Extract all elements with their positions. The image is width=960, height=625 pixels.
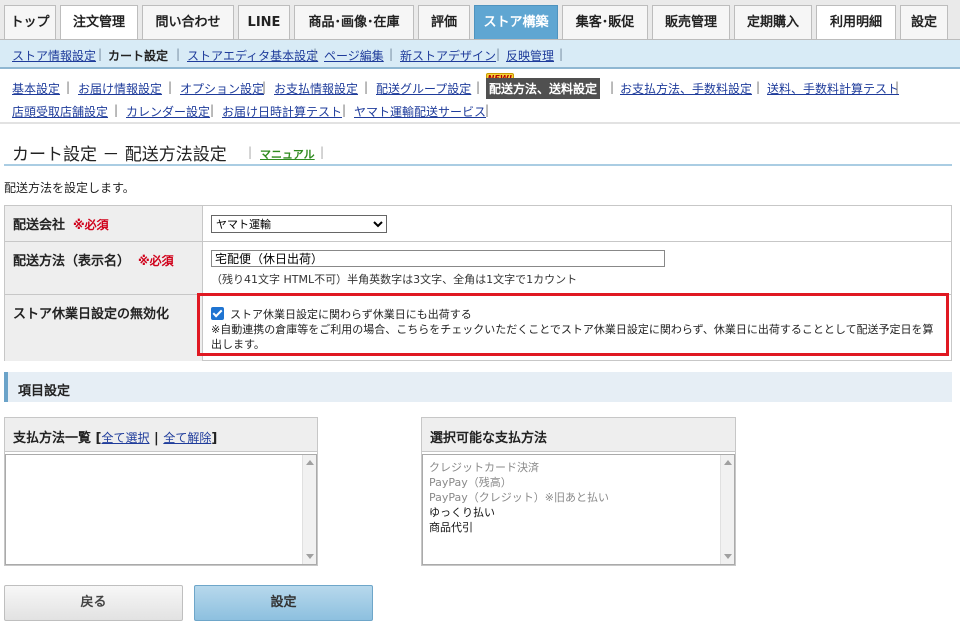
required-mark: ※必須 xyxy=(73,218,109,232)
select-all-link[interactable]: 全て選択 xyxy=(102,431,150,445)
list-item[interactable]: ゆっくり払い xyxy=(429,504,495,520)
subnav-store-editor[interactable]: ストアエディタ基本設定 xyxy=(187,47,318,64)
tab-top[interactable]: トップ xyxy=(4,5,56,39)
nav-payment-method[interactable]: お支払方法、手数料設定 xyxy=(620,80,752,97)
scroll-up-icon[interactable] xyxy=(724,460,732,465)
method-hint: （残り41文字 HTML不可）半角英数字は3文字、全角は1文字で1カウント xyxy=(211,273,578,286)
holiday-override-label[interactable]: ストア休業日設定に関わらず休業日にも出荷する xyxy=(230,306,472,322)
subnav-page-edit[interactable]: ページ編集 xyxy=(324,47,384,64)
tab-reviews[interactable]: 評価 xyxy=(418,5,470,39)
separator: | xyxy=(114,103,119,117)
list-item: PayPay（クレジット）※旧あと払い xyxy=(429,491,609,504)
separator: | xyxy=(485,103,490,117)
scroll-up-icon[interactable] xyxy=(306,460,314,465)
separator: | xyxy=(364,80,369,94)
nav-calendar[interactable]: カレンダー設定 xyxy=(126,103,210,120)
list-item: クレジットカード決済 xyxy=(429,461,539,474)
section-header: 項目設定 xyxy=(4,372,952,402)
company-label: 配送会社 ※必須 xyxy=(5,206,203,241)
nav-store-pickup[interactable]: 店頭受取店舗設定 xyxy=(12,103,108,120)
tab-store-building[interactable]: ストア構築 xyxy=(474,5,558,39)
separator: | xyxy=(342,103,347,117)
payment-method-list-box: 支払方法一覧 [全て選択 | 全て解除] xyxy=(4,417,318,566)
nav-shipping-group[interactable]: 配送グループ設定 xyxy=(376,80,471,97)
main-tab-bar: トップ 注文管理 問い合わせ LINE 商品･画像･在庫 評価 ストア構築 集客… xyxy=(0,0,960,40)
list-item: PayPay（残高） xyxy=(429,476,512,489)
nav-delivery-info[interactable]: お届け情報設定 xyxy=(78,80,162,97)
tab-sales-management[interactable]: 販売管理 xyxy=(652,5,730,39)
available-payment-listbox[interactable]: クレジットカード決済 PayPay（残高） PayPay（クレジット）※旧あと払… xyxy=(422,454,735,565)
payment-method-listbox[interactable] xyxy=(5,454,317,565)
separator: | xyxy=(559,47,564,61)
separator: | xyxy=(313,47,318,61)
separator: | xyxy=(98,47,103,61)
bracket: ] xyxy=(211,431,218,446)
separator: | xyxy=(320,145,325,159)
available-payment-box: 選択可能な支払方法 クレジットカード決済 PayPay（残高） PayPay（ク… xyxy=(421,417,736,566)
payment-method-list-title: 支払方法一覧 xyxy=(13,431,92,446)
method-label: 配送方法（表示名） ※必須 xyxy=(5,242,203,294)
company-label-text: 配送会社 xyxy=(13,218,66,233)
tab-settings[interactable]: 設定 xyxy=(900,5,948,39)
subnav-new-store-design[interactable]: 新ストアデザイン xyxy=(400,47,496,64)
subnav-publish[interactable]: 反映管理 xyxy=(506,47,554,64)
nav-basic-settings[interactable]: 基本設定 xyxy=(12,80,60,97)
scroll-down-icon[interactable] xyxy=(724,554,732,559)
available-payment-title: 選択可能な支払方法 xyxy=(430,431,548,446)
nav-options[interactable]: オプション設定 xyxy=(180,80,264,97)
sub-nav: ストア情報設定 | カート設定 | ストアエディタ基本設定 | ページ編集 | … xyxy=(0,40,960,69)
nav-fee-test[interactable]: 送料、手数料計算テスト xyxy=(767,80,899,97)
manual-link[interactable]: マニュアル xyxy=(260,146,315,162)
payment-method-list-header: 支払方法一覧 [全て選択 | 全て解除] xyxy=(5,418,317,452)
tab-subscription[interactable]: 定期購入 xyxy=(734,5,812,39)
method-label-text: 配送方法（表示名） xyxy=(13,254,131,269)
nav-delivery-date-test[interactable]: お届け日時計算テスト xyxy=(222,103,342,120)
page-title: カート設定 － 配送方法設定 xyxy=(12,145,227,165)
back-button[interactable]: 戻る xyxy=(4,585,183,621)
nav-shipping-method[interactable]: 配送方法、送料設定 xyxy=(486,78,601,99)
separator: | xyxy=(756,80,761,94)
holiday-override-checkbox[interactable] xyxy=(211,307,224,320)
nav-yamato-service[interactable]: ヤマト運輸配送サービス xyxy=(354,103,486,120)
tab-order-management[interactable]: 注文管理 xyxy=(60,5,138,39)
submit-button[interactable]: 設定 xyxy=(194,585,373,621)
page-description: 配送方法を設定します。 xyxy=(4,181,135,195)
shipping-form: 配送会社 ※必須 ヤマト運輸 配送方法（表示名） ※必須 （残り41文字 HTML不… xyxy=(4,205,952,361)
tab-billing[interactable]: 利用明細 xyxy=(816,5,896,39)
separator: | xyxy=(476,80,481,94)
holiday-label: ストア休業日設定の無効化 xyxy=(5,295,203,361)
method-row: 配送方法（表示名） ※必須 （残り41文字 HTML不可）半角英数字は3文字、全角… xyxy=(5,242,951,295)
subnav-cart-settings[interactable]: カート設定 xyxy=(108,47,168,64)
separator: | xyxy=(895,80,900,94)
scroll-down-icon[interactable] xyxy=(306,554,314,559)
section-title: 項目設定 xyxy=(18,384,71,399)
scrollbar[interactable] xyxy=(720,455,734,564)
available-payment-header: 選択可能な支払方法 xyxy=(422,418,735,452)
page-title-bar: カート設定 － 配送方法設定 | マニュアル | xyxy=(4,134,952,166)
list-item[interactable]: 商品代引 xyxy=(429,519,473,535)
cart-settings-nav: 基本設定 | お届け情報設定 | オプション設定 | お支払情報設定 | 配送グ… xyxy=(0,71,960,124)
separator: | xyxy=(176,47,181,61)
separator: | xyxy=(248,145,253,159)
tab-line[interactable]: LINE xyxy=(238,5,290,39)
deselect-all-link[interactable]: 全て解除 xyxy=(163,431,211,445)
separator: | xyxy=(389,47,394,61)
required-mark: ※必須 xyxy=(138,254,174,268)
separator: | xyxy=(496,47,501,61)
separator: | xyxy=(168,80,173,94)
company-row: 配送会社 ※必須 ヤマト運輸 xyxy=(5,206,951,242)
subnav-store-info[interactable]: ストア情報設定 xyxy=(12,47,96,64)
shipping-company-select[interactable]: ヤマト運輸 xyxy=(211,215,387,233)
holiday-override-note: ※自動連携の倉庫等をご利用の場合、こちらをチェックいただくことでストア休業日設定… xyxy=(211,323,934,351)
tab-products[interactable]: 商品･画像･在庫 xyxy=(294,5,414,39)
separator: | xyxy=(66,80,71,94)
tab-inquiries[interactable]: 問い合わせ xyxy=(142,5,234,39)
separator: | xyxy=(262,80,267,94)
separator: | xyxy=(210,103,215,117)
separator: | xyxy=(610,80,615,94)
scrollbar[interactable] xyxy=(302,455,316,564)
tab-marketing[interactable]: 集客･販促 xyxy=(562,5,648,39)
shipping-method-name-input[interactable] xyxy=(211,250,665,267)
nav-payment-info[interactable]: お支払情報設定 xyxy=(274,80,358,97)
